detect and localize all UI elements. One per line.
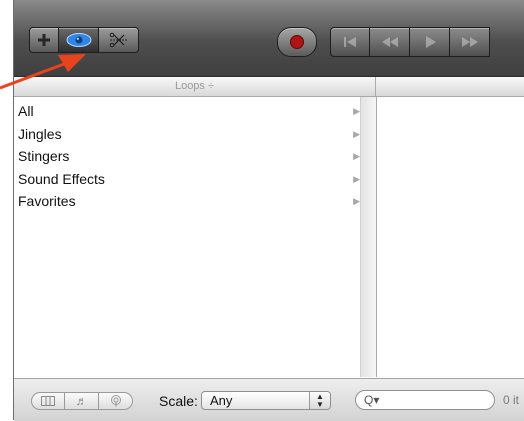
list-item-sound-effects[interactable]: Sound Effects ▶ xyxy=(14,168,360,191)
browser-bottom-bar: ♬ Scale: Any ▲ ▼ Q▾ 0 it xyxy=(14,378,524,421)
play-icon xyxy=(425,36,436,48)
podcast-icon xyxy=(110,395,121,407)
transport-controls xyxy=(330,27,490,57)
fast-forward-icon xyxy=(461,37,478,47)
track-button-group xyxy=(29,27,139,53)
view-mode-switcher: ♬ xyxy=(31,392,133,410)
scale-value: Any xyxy=(210,393,233,408)
disclosure-arrow-icon: ▶ xyxy=(353,128,360,139)
list-item-label: Stingers xyxy=(18,148,70,164)
column-view-button[interactable] xyxy=(31,392,65,410)
list-item-label: All xyxy=(18,103,34,119)
rewind-button[interactable] xyxy=(370,27,410,57)
disclosure-arrow-icon: ▶ xyxy=(353,173,360,184)
disclosure-arrow-icon: ▶ xyxy=(353,106,360,116)
editor-button[interactable] xyxy=(99,27,139,53)
loops-list: All ▶ Jingles ▶ Stingers ▶ Sound Effects… xyxy=(14,100,360,213)
loop-browser-button[interactable] xyxy=(59,27,99,53)
record-icon xyxy=(290,35,304,49)
rewind-icon xyxy=(381,37,398,47)
fast-forward-button[interactable] xyxy=(450,27,490,57)
browser-header: Loops ÷ xyxy=(14,77,524,97)
list-item-label: Jingles xyxy=(18,125,62,142)
scale-label: Scale: xyxy=(159,393,198,409)
popup-stepper-icon: ▲ ▼ xyxy=(309,392,330,409)
item-count: 0 it xyxy=(503,393,520,407)
loops-column-header[interactable]: Loops ÷ xyxy=(14,77,376,96)
disclosure-arrow-icon: ▶ xyxy=(353,151,360,161)
list-item-jingles[interactable]: Jingles ▶ xyxy=(14,123,360,146)
vertical-scrollbar[interactable] xyxy=(360,97,377,377)
music-view-button[interactable]: ♬ xyxy=(65,392,99,410)
media-browser-window: Loops ÷ All ▶ Jingles ▶ Stingers ▶ Sound… xyxy=(13,0,524,421)
skip-to-start-icon xyxy=(344,37,356,47)
search-icon: Q▾ xyxy=(364,393,380,407)
add-track-button[interactable] xyxy=(29,27,59,53)
skip-to-start-button[interactable] xyxy=(330,27,370,57)
music-note-icon: ♬ xyxy=(75,394,88,408)
list-item-favorites[interactable]: Favorites ▶ xyxy=(14,190,360,213)
search-field[interactable]: Q▾ xyxy=(355,390,495,410)
list-item-label: Sound Effects xyxy=(18,170,105,187)
eye-icon xyxy=(66,33,91,47)
column-divider[interactable] xyxy=(376,97,377,377)
podcast-view-button[interactable] xyxy=(99,392,133,410)
record-button[interactable] xyxy=(277,27,317,57)
column-view-icon xyxy=(41,396,55,406)
toolbar xyxy=(14,0,524,77)
scale-popup[interactable]: Any ▲ ▼ xyxy=(201,391,331,410)
loops-header-label: Loops ÷ xyxy=(174,80,215,92)
list-item-stingers[interactable]: Stingers ▶ xyxy=(14,145,360,168)
play-button[interactable] xyxy=(410,27,450,57)
plus-icon xyxy=(38,34,50,46)
scissors-icon xyxy=(109,32,128,48)
list-item-all[interactable]: All ▶ xyxy=(14,100,360,123)
disclosure-arrow-icon: ▶ xyxy=(353,196,360,206)
list-item-label: Favorites xyxy=(18,193,76,209)
